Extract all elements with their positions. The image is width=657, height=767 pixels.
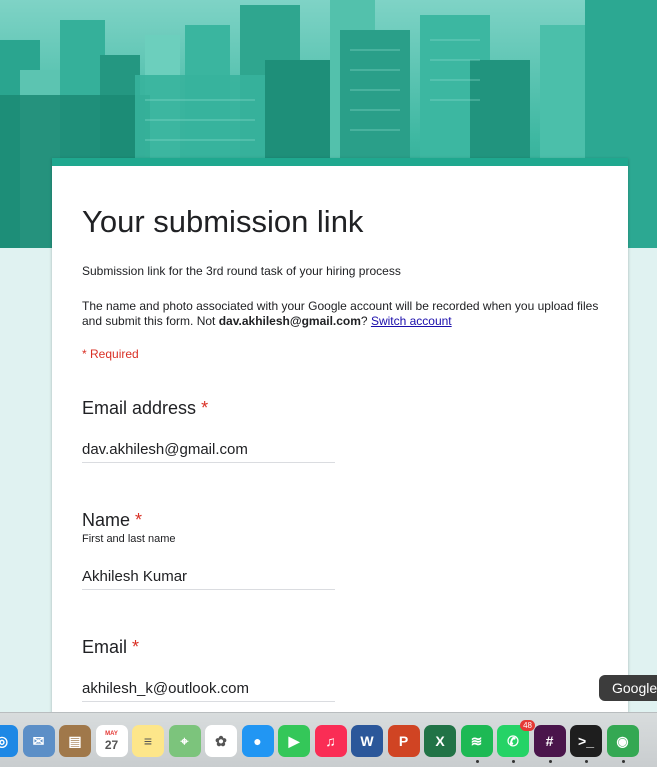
spotify-glyph: ≋ bbox=[470, 732, 483, 749]
notification-badge: 48 bbox=[520, 720, 535, 731]
notes-book-glyph: ▤ bbox=[68, 732, 82, 749]
messages-glyph: ● bbox=[253, 733, 262, 749]
required-star: * bbox=[201, 398, 209, 418]
facetime-glyph: ▶ bbox=[288, 732, 300, 749]
whatsapp-glyph: ✆ bbox=[507, 732, 519, 749]
music-glyph: ♫ bbox=[325, 733, 336, 749]
notes-glyph: ≡ bbox=[143, 733, 153, 749]
dock-tooltip: Google bbox=[599, 675, 657, 701]
photos-glyph: ✿ bbox=[215, 732, 227, 749]
running-indicator bbox=[548, 760, 552, 763]
running-indicator bbox=[512, 760, 515, 763]
required-star: * bbox=[135, 510, 143, 530]
preview-glyph: ✉ bbox=[32, 732, 45, 749]
running-indicator bbox=[585, 760, 588, 763]
facetime-icon[interactable]: ▶ bbox=[278, 725, 310, 757]
safari-glyph: ◎ bbox=[0, 732, 9, 749]
slack-icon[interactable]: # bbox=[533, 725, 566, 757]
question-label-text: Email address bbox=[82, 398, 197, 418]
excel-icon[interactable]: X bbox=[424, 725, 456, 757]
macos-dock: ◎ ✉ ▤ MAY 27 ≡ ⌖ ✿ ● ▶ ♫ W P X ≋ ✆ 48 # >_ ◉ bbox=[0, 712, 657, 767]
question-help-text: First and last name bbox=[82, 533, 176, 545]
form-title: Your submission link bbox=[82, 204, 364, 239]
form-description: Submission link for the 3rd round task o… bbox=[82, 264, 401, 278]
word-glyph: W bbox=[360, 733, 374, 749]
question-label: Email * bbox=[82, 637, 139, 658]
maps-icon[interactable]: ⌖ bbox=[168, 725, 201, 757]
excel-glyph: X bbox=[435, 733, 445, 749]
switch-account-link[interactable]: Switch account bbox=[371, 314, 452, 328]
chrome-icon[interactable]: ◉ bbox=[606, 725, 639, 757]
powerpoint-icon[interactable]: P bbox=[387, 725, 420, 757]
terminal-icon[interactable]: >_ bbox=[570, 725, 602, 757]
account-notice: The name and photo associated with your … bbox=[82, 299, 602, 329]
calendar-day: 27 bbox=[104, 737, 119, 752]
powerpoint-glyph: P bbox=[398, 733, 409, 749]
form-card: Your submission link Submission link for… bbox=[52, 158, 628, 766]
name-input[interactable] bbox=[82, 564, 335, 590]
maps-glyph: ⌖ bbox=[180, 732, 189, 749]
question-label: Name * bbox=[82, 510, 142, 531]
word-icon[interactable]: W bbox=[351, 725, 383, 757]
photos-icon[interactable]: ✿ bbox=[205, 725, 237, 757]
safari-icon[interactable]: ◎ bbox=[0, 725, 18, 757]
notice-suffix: ? bbox=[360, 314, 371, 328]
question-label-text: Name bbox=[82, 510, 131, 530]
notice-email: dav.akhilesh@gmail.com bbox=[218, 314, 361, 328]
email-input[interactable] bbox=[82, 676, 335, 702]
email-address-input[interactable] bbox=[82, 437, 335, 463]
calendar-month: MAY bbox=[105, 730, 118, 737]
slack-glyph: # bbox=[545, 733, 554, 749]
preview-icon[interactable]: ✉ bbox=[22, 725, 55, 757]
terminal-glyph: >_ bbox=[578, 733, 594, 749]
required-star: * bbox=[132, 637, 140, 657]
notes-icon[interactable]: ≡ bbox=[132, 725, 164, 757]
chrome-glyph: ◉ bbox=[616, 732, 629, 749]
spotify-icon[interactable]: ≋ bbox=[460, 725, 493, 757]
running-indicator bbox=[475, 760, 479, 763]
question-label-text: Email bbox=[82, 637, 128, 657]
question-label: Email address * bbox=[82, 398, 208, 419]
running-indicator bbox=[621, 760, 625, 763]
whatsapp-icon[interactable]: ✆ 48 bbox=[497, 720, 535, 757]
music-icon[interactable]: ♫ bbox=[314, 725, 347, 757]
notes-book-icon[interactable]: ▤ bbox=[59, 725, 91, 757]
calendar-icon[interactable]: MAY 27 bbox=[95, 725, 128, 757]
required-indicator: * Required bbox=[82, 347, 139, 361]
messages-icon[interactable]: ● bbox=[241, 725, 274, 757]
